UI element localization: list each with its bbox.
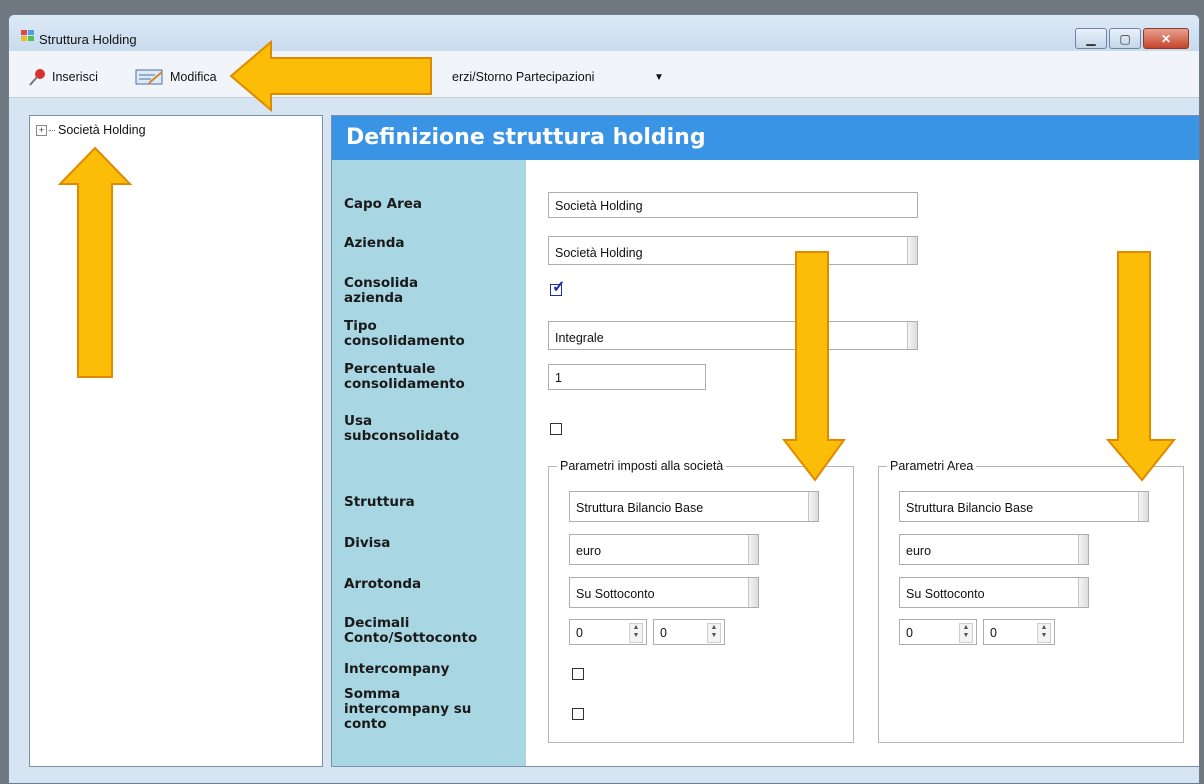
group-parametri-societa-legend: Parametri imposti alla società: [557, 459, 727, 473]
label-struttura: Struttura: [344, 494, 415, 510]
usa-subconsolidato-checkbox[interactable]: [550, 423, 562, 435]
modify-button[interactable]: Modifica: [135, 65, 217, 89]
annotation-arrow-up-icon: [58, 146, 132, 380]
label-divisa: Divisa: [344, 535, 391, 551]
arrotonda-area-value: Su Sottoconto: [906, 587, 985, 601]
window-title: Struttura Holding: [39, 32, 137, 47]
tree-node-label: Società Holding: [58, 123, 146, 137]
struttura-area-dropdown[interactable]: Struttura Bilancio Base: [899, 491, 1149, 522]
azienda-value: Società Holding: [555, 246, 643, 260]
annotation-arrow-down-icon: [1106, 250, 1176, 482]
pushpin-icon: [27, 68, 47, 86]
dropdown-button[interactable]: [1138, 492, 1148, 521]
dropdown-button[interactable]: [1078, 535, 1088, 564]
tree-connector: [49, 129, 55, 131]
dropdown-button[interactable]: [808, 492, 818, 521]
consolida-azienda-checkbox[interactable]: ✓: [550, 280, 565, 296]
tipo-consolidamento-value: Integrale: [555, 331, 604, 345]
divisa-societa-value: euro: [576, 544, 602, 558]
label-percentuale-consolidamento: Percentuale consolidamento: [344, 361, 465, 392]
label-decimali: Decimali Conto/Sottoconto: [344, 615, 478, 646]
intercompany-checkbox[interactable]: [572, 668, 584, 680]
close-button[interactable]: ✕: [1143, 28, 1189, 49]
insert-label: Inserisci: [52, 70, 98, 84]
arrotonda-societa-value: Su Sottoconto: [576, 587, 655, 601]
decimali-sottoconto-societa-value: 0: [660, 626, 667, 640]
struttura-societa-dropdown[interactable]: Struttura Bilancio Base: [569, 491, 819, 522]
status-bar: [9, 769, 1199, 783]
capo-area-input[interactable]: Società Holding: [548, 192, 918, 218]
label-somma-intercompany: Somma intercompany su conto: [344, 686, 472, 732]
label-capo-area: Capo Area: [344, 196, 423, 212]
spinner-arrows-icon[interactable]: ▲ ▼: [707, 623, 721, 643]
decimali-conto-area-value: 0: [906, 626, 913, 640]
percentuale-consolidamento-input[interactable]: 1: [548, 364, 706, 390]
divisa-area-value: euro: [906, 544, 932, 558]
spinner-arrows-icon[interactable]: ▲ ▼: [959, 623, 973, 643]
minimize-button[interactable]: ▁: [1075, 28, 1107, 49]
check-icon: ✓: [552, 279, 566, 296]
expand-icon[interactable]: +: [36, 124, 47, 136]
modify-label: Modifica: [170, 70, 217, 84]
arrotonda-area-dropdown[interactable]: Su Sottoconto: [899, 577, 1089, 608]
label-usa-subconsolidato: Usa subconsolidato: [344, 413, 460, 444]
maximize-button[interactable]: ▢: [1109, 28, 1141, 49]
decimali-conto-area-spinner[interactable]: 0 ▲ ▼: [899, 619, 977, 645]
tipo-consolidamento-dropdown[interactable]: Integrale: [548, 321, 918, 350]
annotation-arrow-left-icon: [229, 40, 434, 112]
title-bar: Struttura Holding ▁ ▢ ✕: [9, 15, 1199, 51]
dropdown-button[interactable]: [907, 322, 917, 349]
azienda-dropdown[interactable]: Società Holding: [548, 236, 918, 265]
label-intercompany: Intercompany: [344, 661, 450, 677]
decimali-sottoconto-area-value: 0: [990, 626, 997, 640]
label-tipo-consolidamento: Tipo consolidamento: [344, 318, 465, 349]
decimali-conto-societa-spinner[interactable]: 0 ▲ ▼: [569, 619, 647, 645]
divisa-societa-dropdown[interactable]: euro: [569, 534, 759, 565]
dropdown-button[interactable]: [907, 237, 917, 264]
panel-title: Definizione struttura holding: [332, 116, 1199, 160]
main-window: Struttura Holding ▁ ▢ ✕ Inserisci Modifi…: [8, 14, 1200, 784]
app-icon: [21, 30, 35, 42]
group-parametri-area-legend: Parametri Area: [887, 459, 977, 473]
decimali-sottoconto-area-spinner[interactable]: 0 ▲ ▼: [983, 619, 1055, 645]
insert-button[interactable]: Inserisci: [27, 65, 98, 89]
annotation-arrow-down-icon: [782, 250, 846, 482]
decimali-conto-societa-value: 0: [576, 626, 583, 640]
decimali-sottoconto-societa-spinner[interactable]: 0 ▲ ▼: [653, 619, 725, 645]
toolbar-overflow-dropdown[interactable]: ▼: [654, 65, 664, 89]
storno-partecipazioni-label: erzi/Storno Partecipazioni: [452, 70, 595, 84]
struttura-area-value: Struttura Bilancio Base: [906, 501, 1034, 515]
divisa-area-dropdown[interactable]: euro: [899, 534, 1089, 565]
dropdown-button[interactable]: [1078, 578, 1088, 607]
label-arrotonda: Arrotonda: [344, 576, 422, 592]
toolbar: Inserisci Modifica erzi/Storno Partecipa…: [9, 51, 1199, 98]
struttura-societa-value: Struttura Bilancio Base: [576, 501, 704, 515]
tree-node-societa-holding[interactable]: + Società Holding: [36, 123, 146, 137]
dropdown-button[interactable]: [748, 535, 758, 564]
label-consolida-azienda: Consolida azienda: [344, 275, 419, 306]
edit-form-icon: [135, 68, 165, 86]
storno-partecipazioni-button[interactable]: erzi/Storno Partecipazioni: [452, 65, 594, 89]
label-azienda: Azienda: [344, 235, 405, 251]
definition-panel: Definizione struttura holding Capo Area …: [331, 115, 1199, 767]
spinner-arrows-icon[interactable]: ▲ ▼: [1037, 623, 1051, 643]
arrotonda-societa-dropdown[interactable]: Su Sottoconto: [569, 577, 759, 608]
spinner-arrows-icon[interactable]: ▲ ▼: [629, 623, 643, 643]
somma-intercompany-checkbox[interactable]: [572, 708, 584, 720]
dropdown-button[interactable]: [748, 578, 758, 607]
